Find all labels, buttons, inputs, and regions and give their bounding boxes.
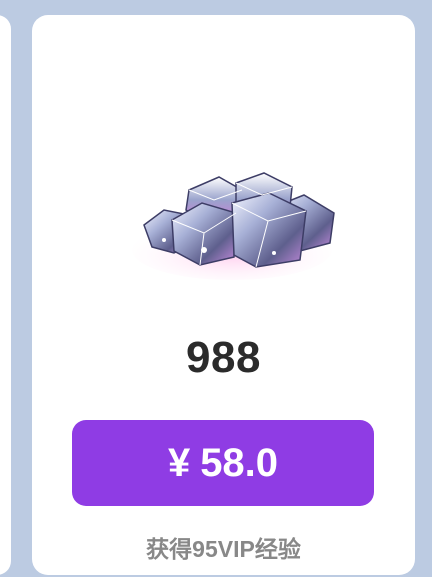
- previous-product-card[interactable]: [0, 15, 11, 575]
- product-card[interactable]: 988 ¥ 58.0 获得95VIP经验: [32, 15, 415, 575]
- currency-symbol: ¥: [167, 440, 191, 485]
- buy-button[interactable]: ¥ 58.0: [72, 420, 374, 506]
- diamond-amount: 988: [186, 333, 261, 382]
- diamond-pile-icon: [124, 155, 344, 290]
- price-value: 58.0: [200, 440, 279, 485]
- vip-experience-text: 获得95VIP经验: [146, 536, 301, 562]
- store-page: 988 ¥ 58.0 获得95VIP经验: [0, 0, 432, 577]
